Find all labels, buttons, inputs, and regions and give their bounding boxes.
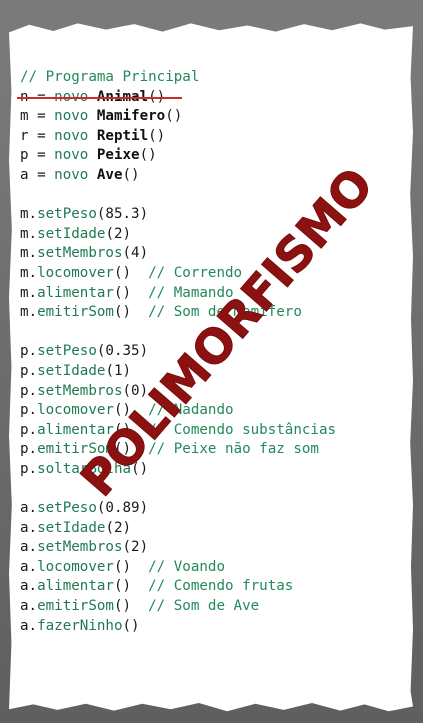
strikethrough-mark <box>17 96 182 99</box>
call-object: p. <box>20 343 38 360</box>
decl-var: p <box>20 147 29 164</box>
call-args: () <box>122 617 140 634</box>
decl-var: a <box>20 166 29 183</box>
decl-paren: () <box>148 127 166 144</box>
decl-op: = <box>28 108 55 125</box>
call-comment: // Mamando <box>131 284 234 301</box>
decl-op: = <box>28 127 55 144</box>
call-args: (0.89) <box>96 500 149 517</box>
call-object: a. <box>20 539 38 556</box>
call-object: p. <box>20 460 38 477</box>
call-object: m. <box>20 245 38 262</box>
code-call-line: a.setPeso(0.89) <box>20 499 336 519</box>
call-method: fazerNinho <box>37 617 123 634</box>
call-object: p. <box>20 402 38 419</box>
code-comment-title: // Programa Principal <box>20 69 200 85</box>
decl-keyword: novo <box>54 147 89 164</box>
call-args: (0.35) <box>96 343 149 360</box>
call-method: emitirSom <box>37 304 114 321</box>
call-object: p. <box>20 441 38 458</box>
code-decl-line-a: a = novo Ave() <box>20 166 336 186</box>
code-call-line: p.emitirSom() // Peixe não faz som <box>20 440 336 460</box>
call-object: a. <box>20 558 38 575</box>
code-decl-line-p: p = novo Peixe() <box>20 146 336 166</box>
call-comment: // Voando <box>131 558 226 575</box>
decl-class: Peixe <box>96 147 140 164</box>
call-object: p. <box>20 362 38 379</box>
decl-op: = <box>28 147 55 164</box>
call-args: () <box>113 284 132 301</box>
call-object: a. <box>20 578 38 595</box>
call-object: p. <box>20 421 38 438</box>
call-args: () <box>113 598 132 615</box>
call-comment: // Comendo frutas <box>131 578 294 595</box>
decl-var: r <box>20 127 29 144</box>
call-method: emitirSom <box>37 598 114 615</box>
call-args: () <box>113 264 132 281</box>
decl-class: Reptil <box>96 127 149 144</box>
call-method: setMembros <box>37 539 123 556</box>
call-object: a. <box>20 617 38 634</box>
call-method: setPeso <box>37 343 97 360</box>
decl-keyword: novo <box>54 127 89 144</box>
call-object: a. <box>20 500 38 517</box>
call-method: setMembros <box>37 245 123 262</box>
code-call-line: a.emitirSom() // Som de Ave <box>20 597 336 617</box>
call-method: alimentar <box>37 578 114 595</box>
call-object: m. <box>20 304 38 321</box>
call-args: (1) <box>105 362 132 379</box>
decl-var: m <box>20 108 29 125</box>
call-args: () <box>113 578 132 595</box>
decl-class: Mamifero <box>96 108 166 125</box>
call-args: () <box>113 304 132 321</box>
call-args: () <box>113 558 132 575</box>
code-call-line: a.fazerNinho() <box>20 617 336 637</box>
decl-keyword: novo <box>54 108 89 125</box>
code-call-line: a.locomover() // Voando <box>20 558 336 578</box>
decl-paren: () <box>139 147 157 164</box>
call-args: (2) <box>105 519 132 536</box>
call-object: a. <box>20 519 38 536</box>
decl-class: Ave <box>96 166 123 183</box>
code-call-line: m.emitirSom() // Som de Mamífero <box>20 303 336 323</box>
call-method: setMembros <box>37 382 123 399</box>
call-args: (2) <box>122 539 149 556</box>
decl-op: = <box>28 166 55 183</box>
call-object: m. <box>20 225 38 242</box>
call-method: setIdade <box>37 362 106 379</box>
call-method: setIdade <box>37 519 106 536</box>
code-decl-line-r: r = novo Reptil() <box>20 127 336 147</box>
call-object: m. <box>20 284 38 301</box>
code-call-line: p.soltarBolha() <box>20 460 336 480</box>
code-decl-line-m: m = novo Mamifero() <box>20 107 336 127</box>
call-method: alimentar <box>37 284 114 301</box>
call-method: locomover <box>37 558 114 575</box>
call-method: setPeso <box>37 500 97 517</box>
call-method: locomover <box>37 264 114 281</box>
call-object: m. <box>20 206 38 223</box>
code-decl-line-n: n = novo Animal() <box>17 88 336 108</box>
call-comment: // Som de Ave <box>131 598 260 615</box>
decl-paren: () <box>165 108 183 125</box>
call-comment: // Correndo <box>131 264 243 281</box>
call-args: (85.3) <box>96 206 149 223</box>
code-call-line: a.alimentar() // Comendo frutas <box>20 577 336 597</box>
code-call-line: a.setMembros(2) <box>20 538 336 558</box>
call-method: setPeso <box>37 206 97 223</box>
call-method: locomover <box>37 402 114 419</box>
call-object: p. <box>20 382 38 399</box>
call-args: (4) <box>122 245 149 262</box>
call-method: setIdade <box>37 225 106 242</box>
decl-paren: () <box>122 166 140 183</box>
call-object: m. <box>20 264 38 281</box>
call-object: a. <box>20 598 38 615</box>
code-call-line: a.setIdade(2) <box>20 519 336 539</box>
call-args: (2) <box>105 225 132 242</box>
decl-keyword: novo <box>54 166 89 183</box>
